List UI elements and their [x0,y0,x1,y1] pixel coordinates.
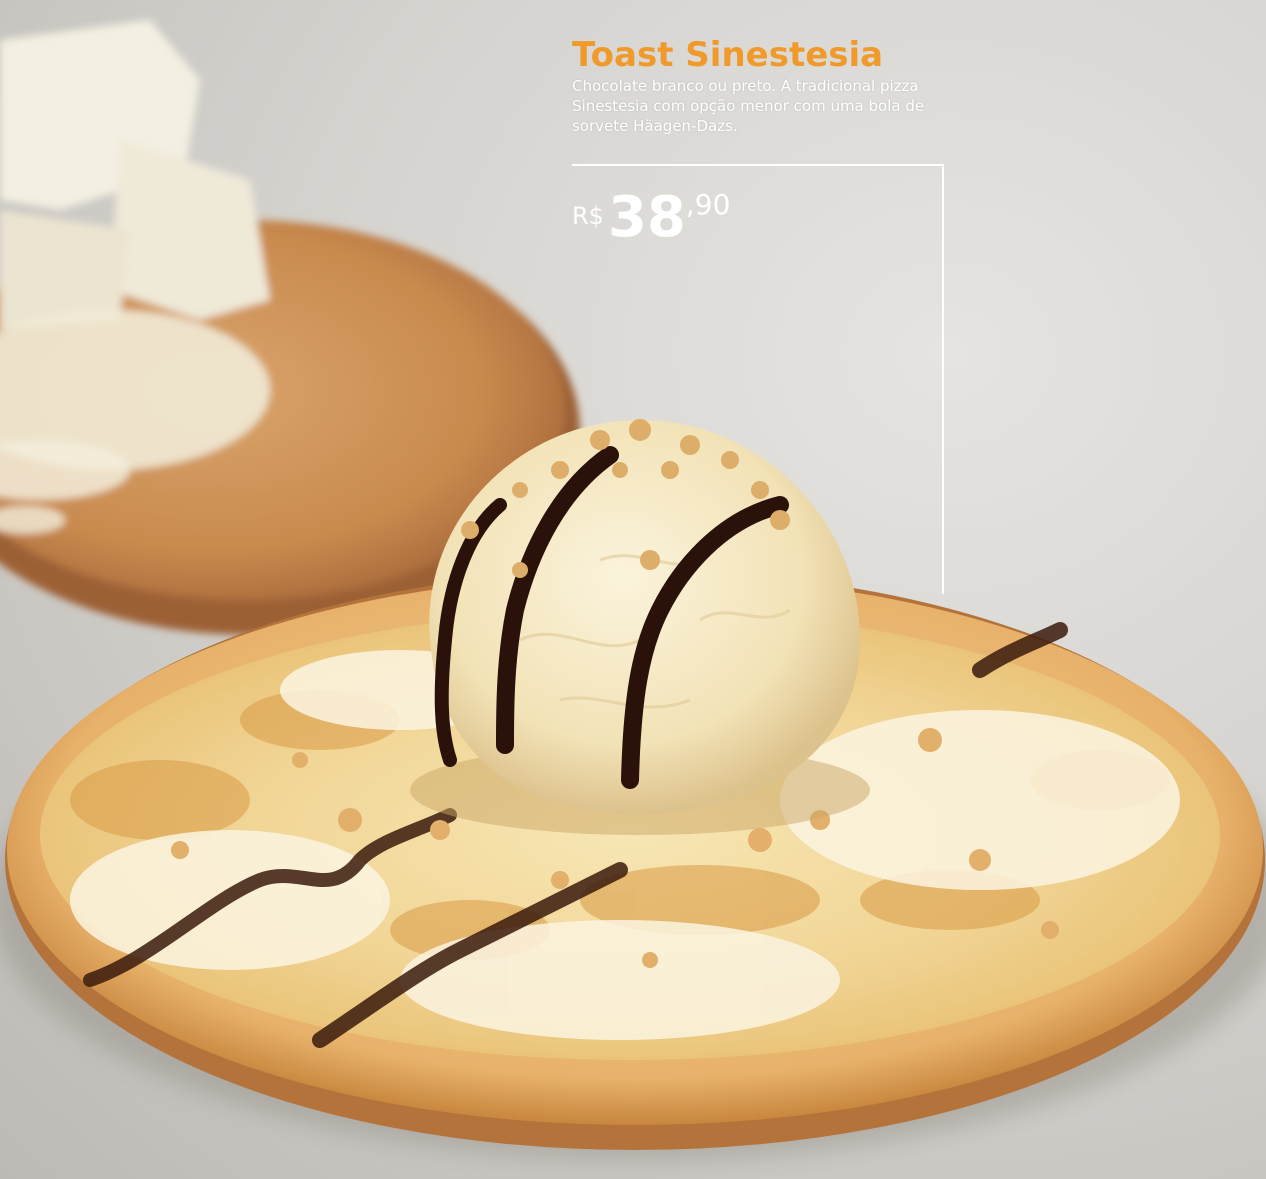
dessert-pizza-photo [0,20,1266,1160]
product-description: Chocolate branco ou preto. A tradicional… [572,77,925,135]
menu-page: Toast Sinestesia Chocolate branco ou pre… [0,0,1266,1179]
product-price: R$38,90 [572,188,730,248]
price-cents: ,90 [685,188,731,221]
price-integer: 38 [607,185,686,250]
product-title: Toast Sinestesia [572,35,884,75]
divider-line-vertical [942,164,944,594]
price-currency: R$ [572,202,604,230]
divider-line-horizontal [572,164,944,166]
menu-item-card: Toast Sinestesia Chocolate branco ou pre… [572,36,962,136]
